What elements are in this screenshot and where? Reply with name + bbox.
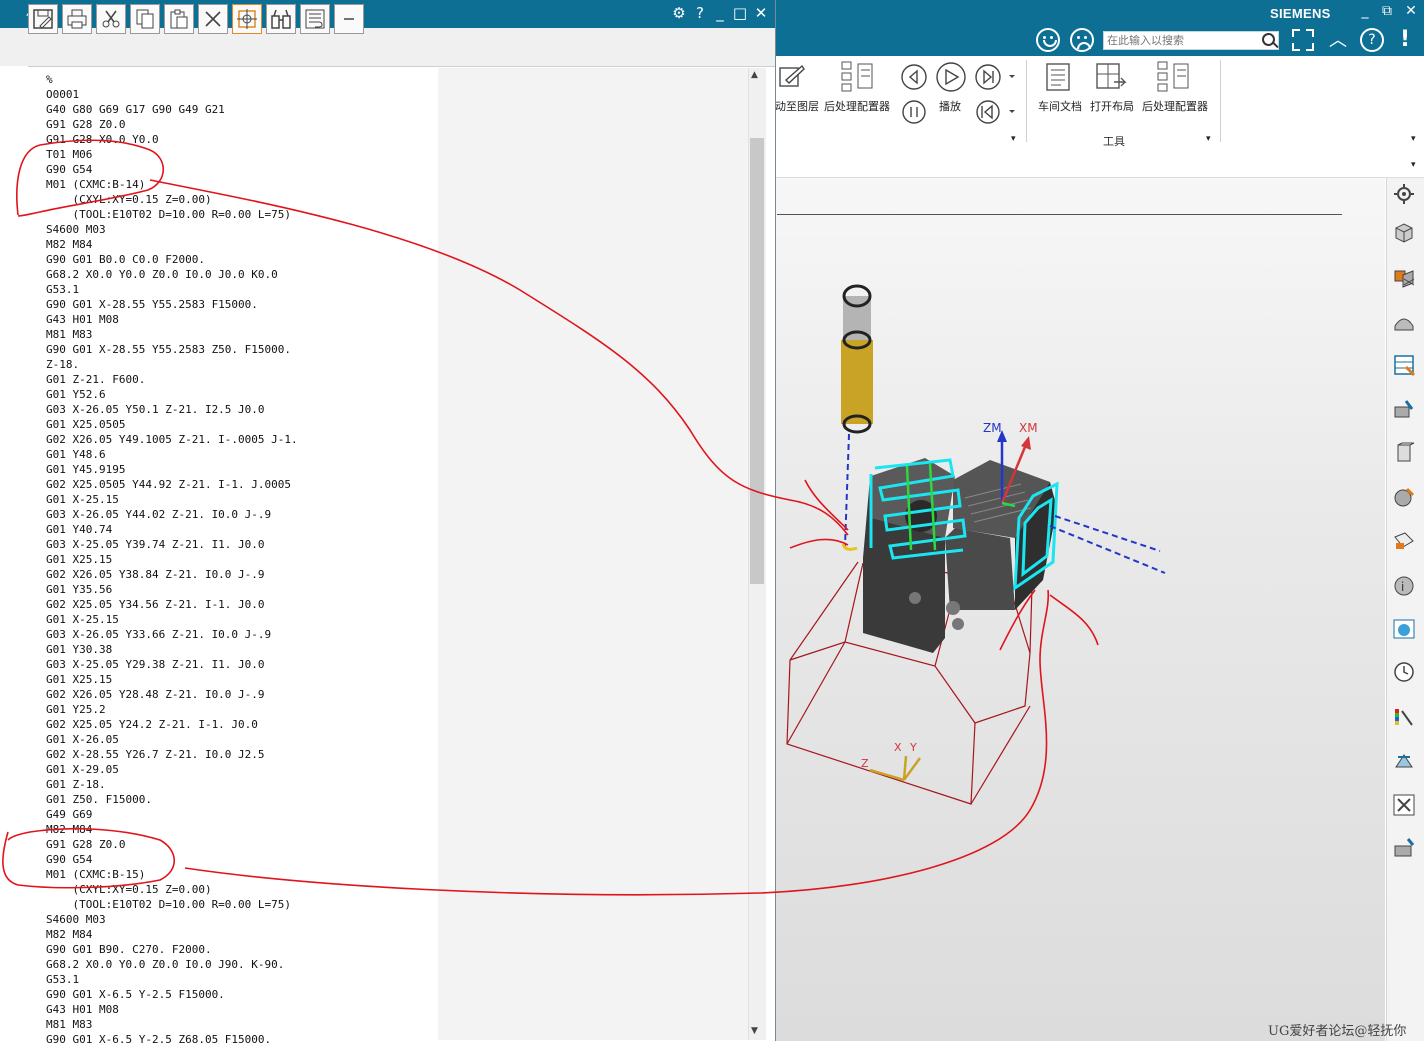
binoculars-icon [271, 9, 291, 29]
selection-bar-chevron[interactable]: ▾ [1411, 160, 1416, 170]
ribbon-group-label-tools: 工具 [1103, 135, 1125, 148]
cut-button[interactable] [96, 4, 126, 34]
nx-minimize-button[interactable]: _ [1354, 3, 1376, 19]
library-icon[interactable] [1392, 441, 1416, 465]
help-icon[interactable]: ? [690, 4, 710, 22]
tools-wrench-icon[interactable] [1392, 793, 1416, 817]
ribbon-collapse-chevron[interactable]: ▾ [1411, 134, 1416, 144]
close-button[interactable]: ✕ [751, 4, 771, 22]
feature-navigator-icon[interactable] [1392, 485, 1416, 509]
wcs-z-label: Z [861, 757, 869, 770]
copy-button[interactable] [130, 4, 160, 34]
shop-doc-button[interactable]: 车间文档 [1038, 98, 1082, 114]
postprocessor-config-icon-2 [1157, 61, 1189, 92]
operation-navigator-icon[interactable] [1392, 353, 1416, 377]
web-browser-icon[interactable] [1392, 617, 1416, 641]
nx-close-button[interactable]: ✕ [1400, 3, 1422, 19]
code-empty-area [438, 68, 750, 1040]
search-icon[interactable] [1262, 33, 1275, 46]
minimize-button[interactable]: _ [710, 4, 730, 22]
smile-feedback-icon[interactable] [1036, 28, 1060, 52]
open-layout-icon [1096, 63, 1127, 89]
save-button[interactable] [28, 4, 58, 34]
palette-icon[interactable] [1392, 705, 1416, 729]
cutting-tool [841, 284, 873, 434]
svg-text:i: i [1401, 580, 1404, 594]
postprocessor-config-button[interactable]: 后处理配置器 [824, 98, 890, 114]
part-navigator-icon[interactable] [1392, 220, 1416, 244]
paste-icon [170, 9, 188, 29]
save-icon [33, 9, 53, 29]
cam-model-scene: ZM XM X Y Z [786, 284, 1166, 805]
machine-navigator-icon[interactable] [1392, 397, 1416, 421]
code-column: % O0001 G40 G80 G69 G17 G90 G49 G21 G91 … [34, 68, 436, 1046]
scroll-up-arrow-icon[interactable]: ▲ [751, 70, 758, 80]
frown-feedback-icon[interactable] [1070, 28, 1094, 52]
resource-bar [1386, 178, 1424, 1041]
wcs-x-axis [869, 768, 905, 782]
wrap-icon [305, 9, 325, 29]
scissors-icon [102, 10, 120, 28]
settings-gear-icon[interactable] [1392, 182, 1416, 206]
postprocessor-config-button-2[interactable]: 后处理配置器 [1142, 98, 1208, 114]
help-icon[interactable]: ? [1360, 28, 1384, 52]
chevron-up-icon[interactable]: ︿ [1327, 32, 1349, 50]
postprocessor-config-icon [841, 61, 873, 92]
word-wrap-button[interactable] [300, 4, 330, 34]
forum-watermark: UG爱好者论坛@轻抚你 [1268, 1024, 1407, 1039]
collapse-button[interactable] [334, 4, 364, 34]
history-clock-icon[interactable] [1392, 660, 1416, 684]
ribbon-separator [1026, 60, 1027, 142]
process-studio-icon[interactable] [1392, 749, 1416, 773]
playback-controls [901, 62, 1015, 124]
nc-program-text[interactable]: % O0001 G40 G80 G69 G17 G90 G49 G21 G91 … [46, 72, 298, 1047]
play-button[interactable]: 播放 [939, 98, 961, 114]
group-overflow-chevron[interactable]: ▾ [1206, 134, 1211, 144]
open-layout-button[interactable]: 打开布局 [1090, 98, 1134, 114]
paste-button[interactable] [164, 4, 194, 34]
siemens-logo: SIEMENS [1270, 6, 1331, 21]
alert-icon[interactable]: ! [1400, 27, 1410, 52]
reuse-library-icon[interactable] [1392, 529, 1416, 553]
copy-icon [136, 9, 154, 29]
minus-icon [344, 18, 354, 20]
zm-axis-label: ZM [983, 421, 1002, 435]
shop-doc-icon [1046, 63, 1070, 91]
nx-restore-button[interactable]: ⧉ [1376, 3, 1398, 19]
wcs-x-label: X [894, 741, 902, 754]
print-button[interactable] [62, 4, 92, 34]
vertical-scrollbar[interactable]: ▲ ▼ [748, 68, 766, 1040]
info-text-area[interactable]: % O0001 G40 G80 G69 G17 G90 G49 G21 G91 … [28, 68, 750, 1046]
scroll-thumb[interactable] [750, 138, 764, 584]
gear-icon[interactable]: ⚙ [669, 4, 689, 22]
tool-axis-line [844, 433, 850, 547]
info-icon[interactable]: i [1392, 574, 1416, 598]
command-search-input[interactable] [1103, 31, 1279, 50]
find-button[interactable] [266, 4, 296, 34]
move-to-layer-icon [779, 64, 805, 87]
assembly-navigator-icon[interactable] [1392, 265, 1416, 289]
move-to-layer-button[interactable]: 动至图层 [775, 98, 819, 114]
select-point-button[interactable] [232, 4, 262, 34]
wcs-y-label: Y [909, 741, 917, 754]
constraint-navigator-icon[interactable] [1392, 310, 1416, 334]
xm-axis-label: XM [1019, 421, 1038, 435]
maximize-button[interactable]: □ [730, 4, 750, 22]
machine-tool-icon[interactable] [1392, 836, 1416, 860]
ribbon-separator-2 [1220, 60, 1221, 142]
selection-bar [775, 149, 1424, 178]
delete-button[interactable] [198, 4, 228, 34]
delete-x-icon [205, 11, 221, 27]
crosshair-icon [237, 9, 257, 29]
info-left-gutter [0, 66, 28, 1041]
ribbon-overflow-chevron[interactable]: ▾ [1011, 134, 1016, 144]
print-icon [67, 9, 87, 29]
scroll-down-arrow-icon[interactable]: ▼ [751, 1026, 758, 1036]
fullscreen-icon[interactable] [1292, 29, 1314, 51]
